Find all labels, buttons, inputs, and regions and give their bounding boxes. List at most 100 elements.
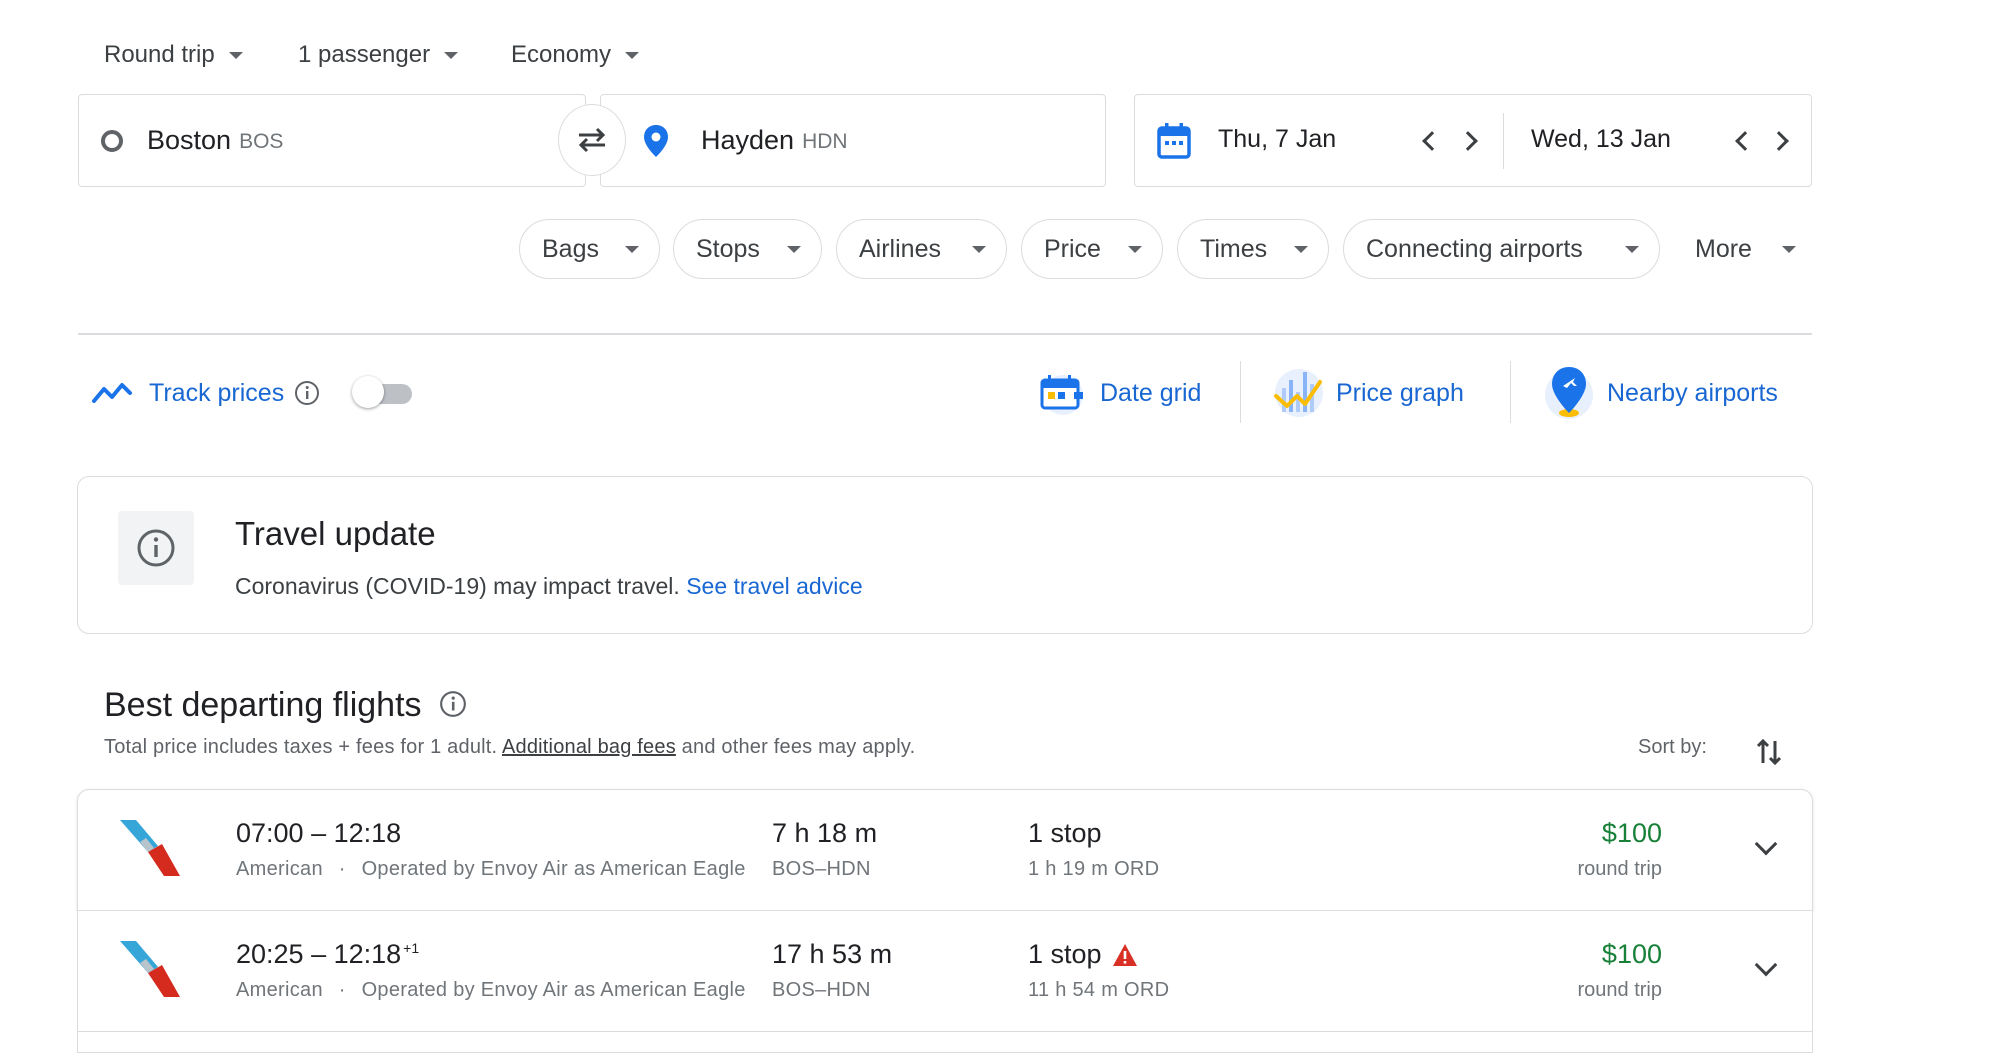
info-icon[interactable] (439, 690, 467, 718)
swap-arrows-icon (578, 127, 606, 153)
subtitle-post: and other fees may apply. (681, 736, 916, 758)
price-graph-button[interactable]: Price graph (1272, 369, 1464, 417)
flight-times-text: 20:25 – 12:18 (236, 939, 402, 969)
depart-next-icon[interactable] (1458, 131, 1478, 151)
destination-city: Hayden (701, 125, 795, 155)
filter-label: Bags (542, 234, 599, 263)
dot-separator: · (338, 979, 346, 1001)
flight-layover: 11 h 54 m ORD (1028, 979, 1170, 1001)
caret-down-icon (625, 245, 639, 253)
flight-route: BOS–HDN (772, 858, 871, 880)
filter-times[interactable]: Times (1177, 219, 1329, 279)
caret-down-icon (1781, 245, 1796, 253)
caret-down-icon (1625, 245, 1639, 253)
destination-code: HDN (802, 130, 848, 153)
price-graph-label: Price graph (1336, 378, 1464, 407)
trip-type-label: Round trip (104, 41, 215, 68)
nearby-airports-button[interactable]: Nearby airports (1543, 367, 1778, 419)
results-title-row: Best departing flights (104, 686, 467, 725)
info-icon (137, 529, 175, 567)
expand-chevron-icon[interactable] (1754, 832, 1778, 856)
caret-down-icon (625, 51, 640, 59)
passenger-label: 1 passenger (298, 41, 431, 68)
expand-chevron-icon[interactable] (1754, 953, 1778, 977)
flight-carrier: American · Operated by Envoy Air as Amer… (236, 858, 746, 881)
flight-times: 20:25 – 12:18 +1 (236, 939, 419, 970)
depart-date[interactable]: Thu, 7 Jan (1218, 125, 1336, 154)
return-date[interactable]: Wed, 13 Jan (1531, 125, 1671, 154)
flight-times: 07:00 – 12:18 (236, 818, 403, 849)
flight-stops: 1 stop (1028, 939, 1102, 969)
flight-price: $100 (1601, 818, 1662, 848)
subtitle-pre: Total price includes taxes + fees for 1 … (104, 736, 498, 758)
warning-icon[interactable] (1112, 943, 1138, 967)
origin-code: BOS (239, 130, 284, 153)
flight-layover: 1 h 19 m ORD (1028, 858, 1160, 880)
filter-bags[interactable]: Bags (519, 219, 660, 279)
track-prices-toggle[interactable] (352, 376, 414, 408)
location-pin-icon (644, 124, 668, 157)
return-prev-icon[interactable] (1735, 131, 1755, 151)
date-grid-icon (1040, 375, 1083, 415)
filter-connecting-airports[interactable]: Connecting airports (1343, 219, 1660, 279)
operated-by: Operated by Envoy Air as American Eagle (361, 858, 746, 880)
destination-field[interactable]: Hayden HDN (600, 94, 1106, 187)
flight-row-partial[interactable] (77, 1031, 1813, 1053)
flight-row[interactable]: 20:25 – 12:18 +1 American · Operated by E… (77, 910, 1813, 1032)
filter-price[interactable]: Price (1021, 219, 1163, 279)
cabin-label: Economy (511, 41, 612, 68)
american-airlines-logo-icon (120, 820, 180, 876)
travel-advice-link[interactable]: See travel advice (686, 573, 862, 599)
filter-airlines[interactable]: Airlines (836, 219, 1007, 279)
travel-update-card (77, 476, 1813, 634)
caret-down-icon (444, 51, 459, 59)
info-icon[interactable] (294, 380, 320, 406)
section-divider (78, 333, 1812, 335)
day-offset: +1 (403, 940, 420, 956)
return-next-icon[interactable] (1769, 131, 1789, 151)
flight-price-note: round trip (1577, 979, 1663, 1001)
operated-by: Operated by Envoy Air as American Eagle (361, 979, 746, 1001)
origin-field[interactable]: Boston BOS (78, 94, 586, 187)
flight-route: BOS–HDN (772, 979, 871, 1001)
date-grid-button[interactable]: Date grid (1038, 370, 1201, 416)
filter-label: Stops (696, 234, 760, 263)
sort-by-label: Sort by: (1638, 736, 1707, 758)
flight-duration: 7 h 18 m (772, 818, 878, 848)
caret-down-icon (228, 51, 243, 59)
origin-city: Boston (147, 125, 232, 155)
flight-row[interactable]: 07:00 – 12:18 American · Operated by Env… (77, 789, 1813, 911)
travel-update-title: Travel update (235, 515, 436, 552)
cabin-select[interactable]: Economy (511, 38, 640, 72)
origin-circle-icon (101, 129, 123, 152)
date-grid-label: Date grid (1100, 378, 1202, 407)
travel-update-icon-box (118, 511, 194, 585)
flight-stops: 1 stop (1028, 818, 1102, 848)
caret-down-icon (1294, 245, 1308, 253)
depart-prev-icon[interactable] (1422, 131, 1442, 151)
travel-update-text-row: Coronavirus (COVID-19) may impact travel… (235, 573, 863, 600)
flight-times-text: 07:00 – 12:18 (236, 818, 402, 848)
nearby-airports-icon (1545, 367, 1593, 419)
flight-carrier: American · Operated by Envoy Air as Amer… (236, 979, 746, 1002)
filter-stops[interactable]: Stops (673, 219, 822, 279)
filter-more[interactable]: More (1695, 219, 1796, 279)
bag-fees-link[interactable]: Additional bag fees (502, 736, 676, 758)
caret-down-icon (972, 245, 986, 253)
dot-separator: · (338, 858, 346, 880)
trend-line-icon (92, 383, 132, 403)
american-airlines-logo-icon (120, 941, 180, 997)
passenger-select[interactable]: 1 passenger (298, 38, 459, 72)
tool-separator (1510, 361, 1511, 423)
calendar-icon (1157, 123, 1191, 159)
results-subtitle: Total price includes taxes + fees for 1 … (104, 736, 915, 759)
dates-field: Thu, 7 Jan Wed, 13 Jan (1134, 94, 1812, 187)
trip-type-select[interactable]: Round trip (104, 38, 243, 72)
sort-icon[interactable] (1756, 737, 1782, 767)
airline-name: American (236, 979, 323, 1001)
track-prices[interactable]: Track prices (92, 370, 320, 416)
filter-label: Times (1200, 234, 1268, 263)
swap-button[interactable] (558, 104, 626, 176)
flight-duration: 17 h 53 m (772, 939, 893, 969)
filter-label: Price (1044, 234, 1101, 263)
